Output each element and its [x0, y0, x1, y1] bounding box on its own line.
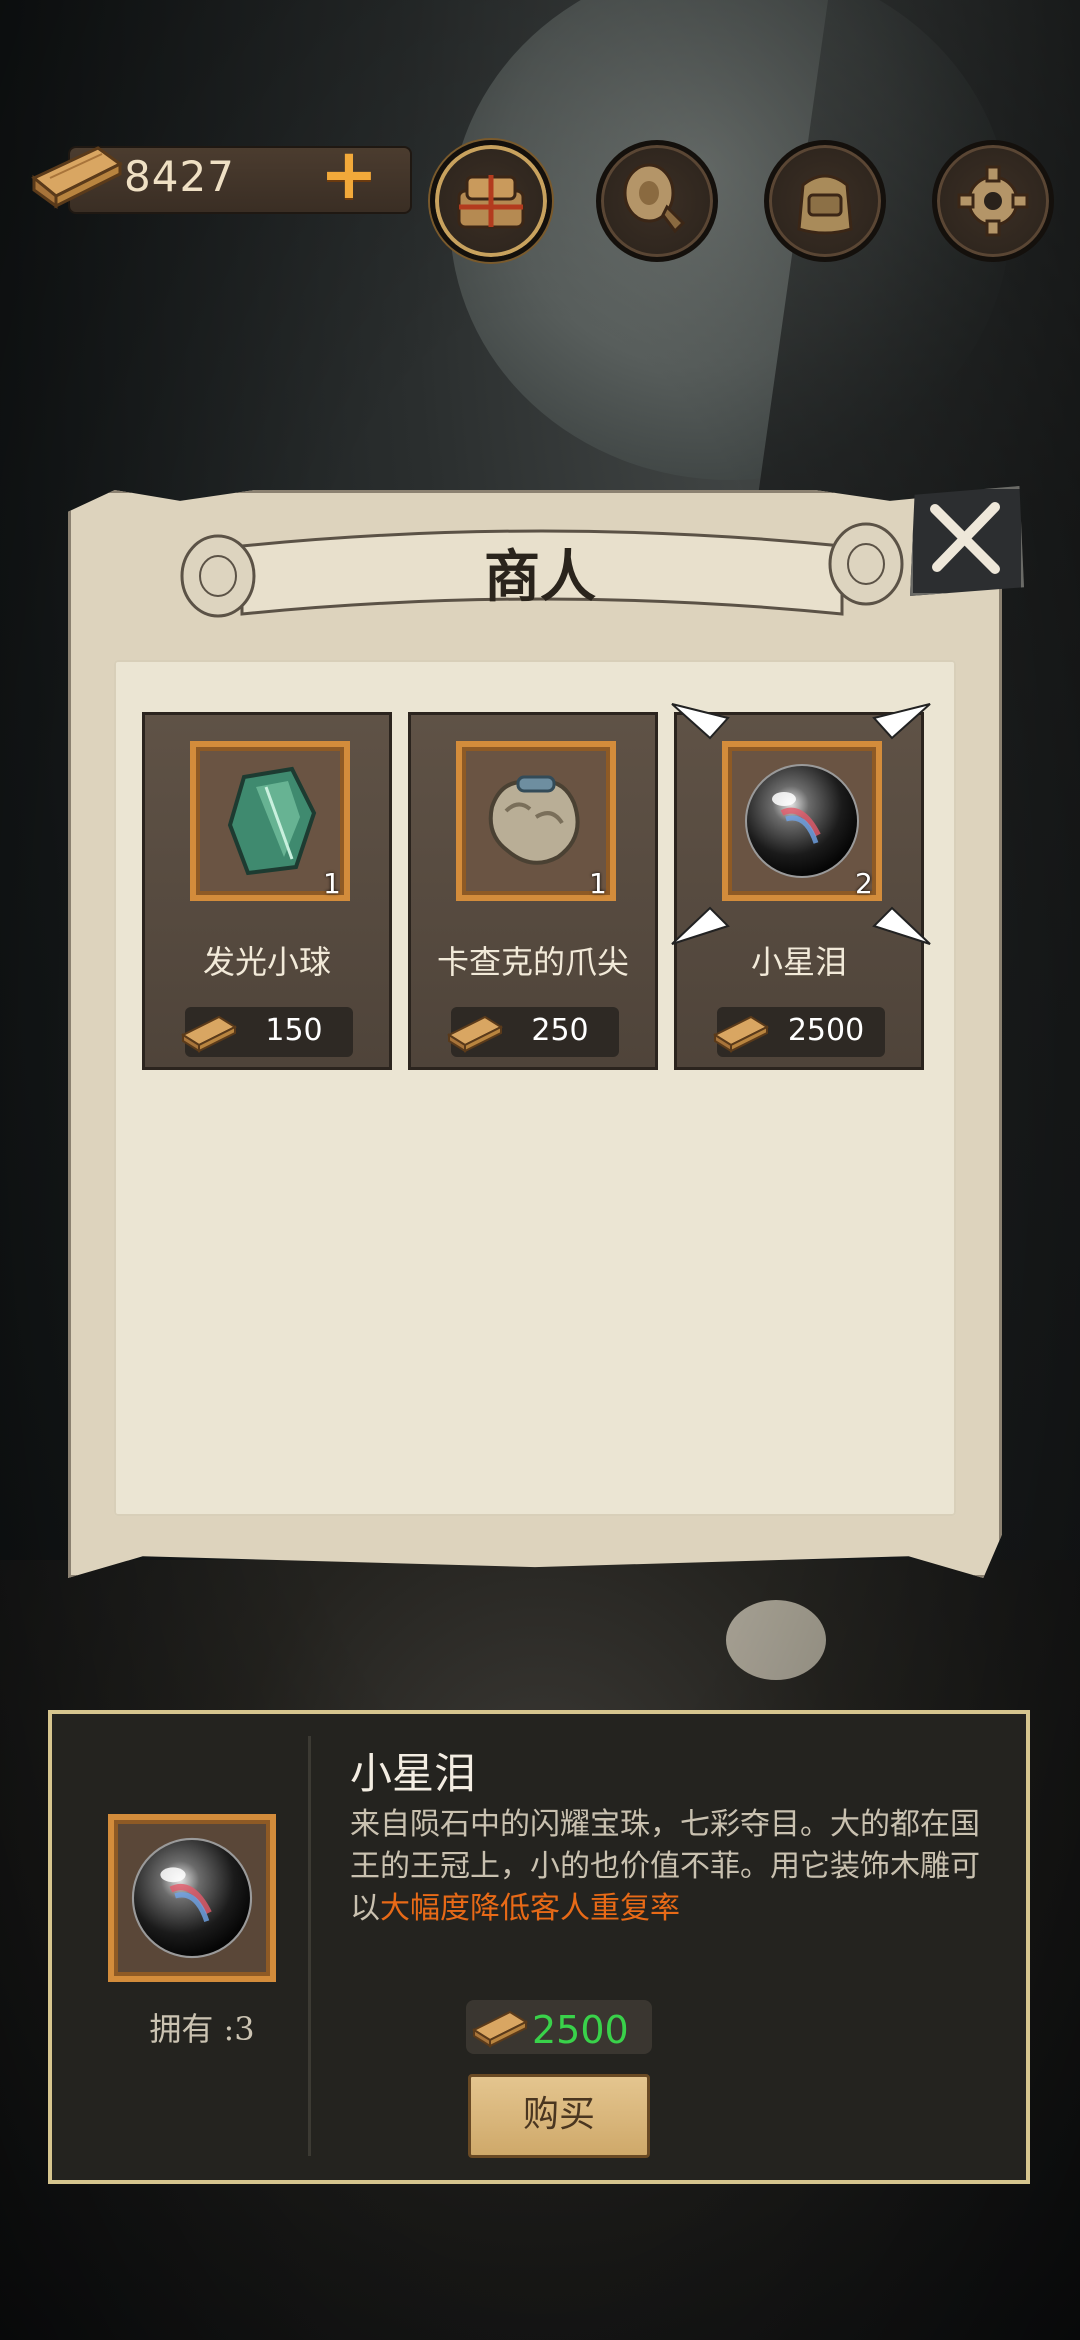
- selection-markers: [671, 703, 931, 945]
- wood-counter: 8427 +: [28, 134, 412, 220]
- detail-description: 来自陨石中的闪耀宝珠，七彩夺目。大的都在国王的王冠上，小的也价值不菲。用它装饰木…: [350, 1804, 990, 1930]
- buy-button[interactable]: 购买: [468, 2074, 650, 2158]
- item-price: 250: [446, 1007, 619, 1057]
- owned-count: 拥有 :3: [149, 2010, 255, 2048]
- description-highlight: 大幅度降低客人重复率: [380, 1891, 680, 1926]
- settings-button[interactable]: [932, 140, 1054, 262]
- gramophone-icon: [623, 163, 686, 234]
- detail-divider: [308, 1736, 311, 2156]
- detail-price-value: 2500: [532, 2008, 629, 2052]
- item-price: 2500: [712, 1007, 885, 1057]
- selection-corner-marker: [671, 703, 730, 740]
- detail-icon-frame: [108, 1814, 276, 1982]
- selection-corner-marker: [872, 703, 931, 740]
- item-price-value: 150: [265, 1013, 323, 1048]
- close-icon: [930, 502, 1000, 574]
- merchant-item-card[interactable]: 1 卡查克的爪尖 250: [408, 712, 658, 1070]
- item-price-value: 2500: [787, 1013, 865, 1048]
- close-button[interactable]: [910, 486, 1024, 596]
- wood-plank-icon: [31, 146, 123, 209]
- selection-corner-marker: [872, 906, 931, 945]
- item-price-value: 250: [531, 1013, 589, 1048]
- panel-title: 商人: [484, 544, 596, 610]
- item-name: 卡查克的爪尖: [436, 943, 629, 981]
- backpack-button[interactable]: [764, 140, 886, 262]
- add-wood-button[interactable]: +: [318, 139, 380, 209]
- detail-price: 2500: [466, 2000, 652, 2054]
- wood-plank-icon: [180, 1015, 238, 1053]
- item-quantity: 1: [323, 867, 341, 900]
- item-quantity: 1: [589, 867, 607, 900]
- star-tear-orb-icon: [131, 1837, 253, 1959]
- wood-plank-icon: [446, 1015, 504, 1053]
- wood-count: 8427: [124, 152, 235, 201]
- wood-plank-icon: [471, 2010, 529, 2048]
- gear-icon: [957, 165, 1029, 237]
- claw-icon: [488, 775, 580, 865]
- merchant-item-card[interactable]: 1 发光小球 150: [142, 712, 392, 1070]
- item-price: 150: [180, 1007, 353, 1057]
- supplies-bundle-button[interactable]: [430, 140, 552, 262]
- item-detail-panel: 拥有 :3 小星泪 来自陨石中的闪耀宝珠，七彩夺目。大的都在国王的王冠上，小的也…: [48, 1710, 1030, 2184]
- green-crystal-icon: [227, 766, 317, 876]
- gramophone-button[interactable]: [596, 140, 718, 262]
- supplies-bundle-icon: [457, 175, 525, 229]
- backpack-icon: [797, 174, 853, 235]
- wood-plank-icon: [712, 1015, 770, 1053]
- item-name: 发光小球: [202, 943, 331, 981]
- selection-corner-marker: [671, 906, 730, 945]
- detail-item-name: 小星泪: [350, 1749, 477, 1798]
